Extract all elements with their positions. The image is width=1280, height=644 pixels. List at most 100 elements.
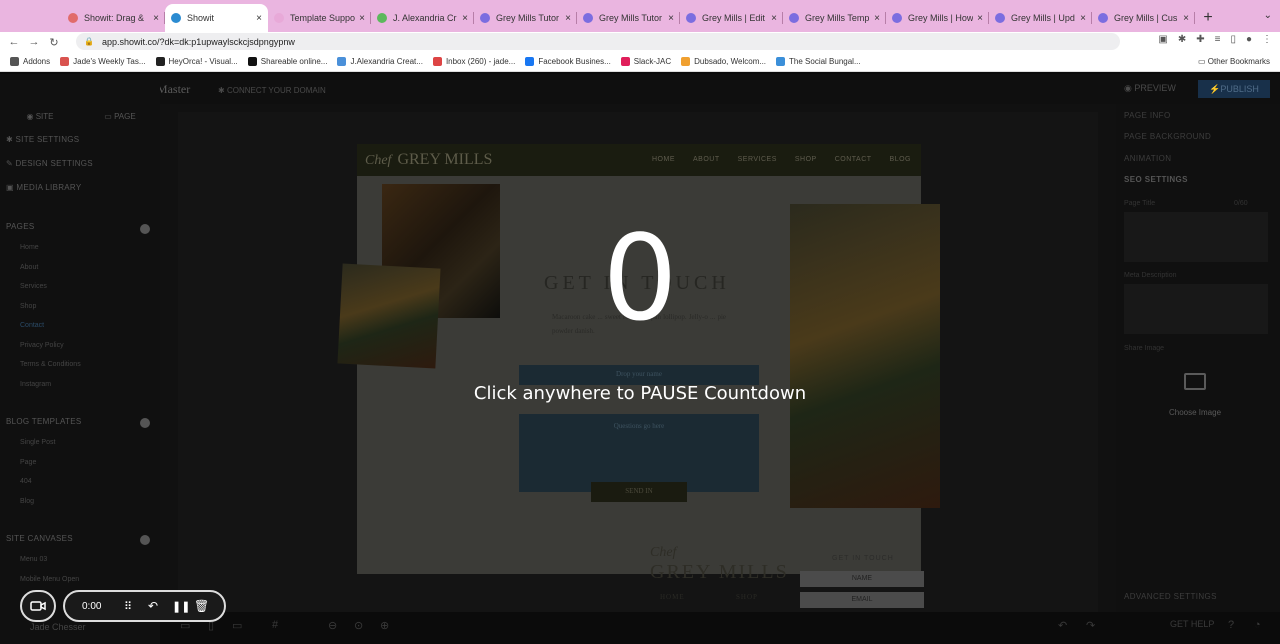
tab-title: Showit: Drag & [84, 13, 145, 23]
tab-title: Showit [187, 13, 215, 23]
browser-tab[interactable]: Showit: Drag & × [62, 4, 165, 32]
tab-title: Grey Mills | Upd [1011, 13, 1075, 23]
address-bar[interactable]: 🔒 app.showit.co/?dk=dk:p1upwaylsckcjsdpn… [76, 33, 1120, 50]
browser-tab[interactable]: Grey Mills Tutor × [474, 4, 577, 32]
browser-tab[interactable]: J. Alexandria Cr × [371, 4, 474, 32]
bookmark-label: HeyOrca! - Visual... [168, 57, 238, 66]
bookmark-label: Slack-JAC [633, 57, 672, 66]
undo-icon[interactable]: ↶ [148, 599, 160, 613]
other-bookmarks[interactable]: ▭ Other Bookmarks [1198, 57, 1270, 66]
tab-close-icon[interactable]: × [874, 13, 880, 24]
bookmark-item[interactable]: Inbox (260) - jade... [432, 57, 515, 66]
grid-dots-icon[interactable]: ⠿ [124, 600, 136, 613]
browser-tab[interactable]: Grey Mills Temp × [783, 4, 886, 32]
sidebar-icon[interactable]: ▯ [1230, 34, 1236, 45]
pause-instruction[interactable]: Click anywhere to PAUSE Countdown [0, 383, 1280, 404]
tab-favicon-icon [480, 13, 490, 23]
tab-close-icon[interactable]: × [256, 13, 262, 24]
other-bookmarks-label: Other Bookmarks [1207, 57, 1270, 66]
bookmark-item[interactable]: Slack-JAC [620, 57, 672, 66]
tab-title: J. Alexandria Cr [393, 13, 457, 23]
toolbar: ← → ↻ 🔒 app.showit.co/?dk=dk:p1upwaylsck… [0, 32, 1280, 52]
countdown-number: 0 [602, 209, 678, 347]
menu-icon[interactable]: ⋮ [1262, 34, 1272, 45]
bookmark-favicon-icon [155, 57, 165, 66]
tab-title: Grey Mills Temp [805, 13, 870, 23]
bookmark-item[interactable]: Addons [10, 57, 50, 66]
tab-favicon-icon [1098, 13, 1108, 23]
countdown-overlay[interactable] [0, 74, 1280, 644]
bookmark-favicon-icon [60, 57, 70, 66]
recorder-controls: 0:00 ⠿ ↶ ❚❚ 🗑 [63, 590, 226, 622]
browser-tab[interactable]: Template Suppo × [268, 4, 371, 32]
tab-favicon-icon [377, 13, 387, 23]
trash-icon[interactable]: 🗑 [194, 599, 209, 613]
lock-icon: 🔒 [84, 37, 94, 46]
tab-close-icon[interactable]: × [462, 13, 468, 24]
camera-toggle-button[interactable] [20, 590, 56, 622]
bookmark-favicon-icon [681, 57, 691, 66]
browser-tab[interactable]: Grey Mills | How × [886, 4, 989, 32]
bookmark-item[interactable]: HeyOrca! - Visual... [155, 57, 238, 66]
media-icon[interactable]: ≡ [1215, 34, 1221, 45]
browser-tab[interactable]: Grey Mills | Cus × [1092, 4, 1195, 32]
profile-avatar[interactable]: ● [1246, 34, 1252, 45]
tab-favicon-icon [789, 13, 799, 23]
tab-close-icon[interactable]: × [771, 13, 777, 24]
bookmark-favicon-icon [432, 57, 442, 66]
bookmark-favicon-icon [776, 57, 786, 66]
tab-title: Grey Mills | Cus [1114, 13, 1178, 23]
tab-close-icon[interactable]: × [1080, 13, 1086, 24]
tab-favicon-icon [583, 13, 593, 23]
bookmark-item[interactable]: Jade's Weekly Tas... [60, 57, 146, 66]
bookmark-favicon-icon [10, 57, 19, 66]
tab-title: Grey Mills | Edit [702, 13, 765, 23]
tab-close-icon[interactable]: × [977, 13, 983, 24]
recording-timer: 0:00 [82, 600, 102, 612]
extension-icon[interactable]: ✱ [1178, 34, 1186, 45]
tab-favicon-icon [171, 13, 181, 23]
browser-tab[interactable]: Showit × [165, 4, 268, 32]
tab-close-icon[interactable]: × [359, 13, 365, 24]
back-icon[interactable]: ← [4, 36, 24, 48]
puzzle-icon[interactable]: ✚ [1196, 34, 1204, 45]
bookmark-item[interactable]: Dubsado, Welcom... [681, 57, 766, 66]
tab-separator [1194, 12, 1195, 24]
bookmark-label: Facebook Busines... [538, 57, 611, 66]
browser-tab[interactable]: Grey Mills | Edit × [680, 4, 783, 32]
camera-icon[interactable]: ▣ [1158, 34, 1167, 45]
bookmarks-bar: Addons Jade's Weekly Tas... HeyOrca! - Vis… [0, 52, 1280, 72]
reload-icon[interactable]: ↻ [44, 36, 64, 49]
tab-close-icon[interactable]: × [1183, 13, 1189, 24]
bookmark-item[interactable]: J.Alexandria Creat... [337, 57, 423, 66]
url-text: app.showit.co/?dk=dk:p1upwaylsckcjsdpngy… [101, 36, 295, 47]
bookmark-item[interactable]: Facebook Busines... [525, 57, 611, 66]
browser-tab[interactable]: Grey Mills | Upd × [989, 4, 1092, 32]
bookmark-item[interactable]: The Social Bungal... [776, 57, 861, 66]
tab-close-icon[interactable]: × [668, 13, 674, 24]
bookmark-label: Shareable online... [260, 57, 328, 66]
forward-icon[interactable]: → [24, 36, 44, 48]
new-tab-button[interactable]: + [1195, 4, 1221, 32]
browser-tab[interactable]: Grey Mills Tutor × [577, 4, 680, 32]
tab-close-icon[interactable]: × [153, 13, 159, 24]
tab-close-icon[interactable]: × [565, 13, 571, 24]
bookmark-label: Addons [23, 57, 51, 66]
video-camera-icon [30, 601, 46, 611]
tab-search-icon[interactable]: ⌄ [1264, 10, 1272, 21]
tab-title: Template Suppo [290, 13, 356, 23]
bookmark-label: J.Alexandria Creat... [350, 57, 423, 66]
bookmark-label: Dubsado, Welcom... [694, 57, 767, 66]
folder-icon: ▭ [1197, 57, 1208, 66]
tab-title: Grey Mills Tutor [599, 13, 663, 23]
tab-favicon-icon [995, 13, 1005, 23]
bookmark-favicon-icon [247, 57, 257, 66]
tab-favicon-icon [68, 13, 78, 23]
tab-title: Grey Mills Tutor [496, 13, 560, 23]
tab-favicon-icon [892, 13, 902, 23]
bookmark-item[interactable]: Shareable online... [247, 57, 328, 66]
bookmark-favicon-icon [525, 57, 535, 66]
extension-icons: ▣ ✱ ✚ ≡ ▯ ● ⋮ [1158, 34, 1272, 45]
tab-strip: Showit: Drag & × Showit × Template Suppo × J. … [0, 0, 1280, 32]
pause-icon[interactable]: ❚❚ [172, 600, 190, 613]
